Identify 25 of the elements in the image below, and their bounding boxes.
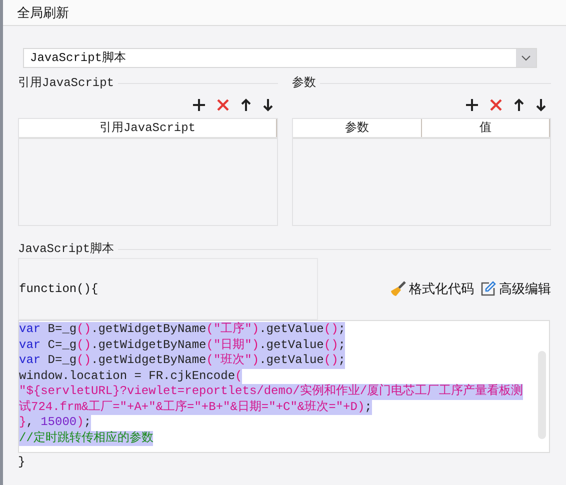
function-header: function(){ [19, 281, 98, 298]
code-line: } [18, 454, 26, 471]
script-type-dropdown[interactable]: JavaScript脚本 [23, 48, 537, 68]
arrow-up-icon[interactable] [513, 98, 525, 112]
window-title: 全局刷新 [17, 4, 69, 22]
scrollbar[interactable] [538, 351, 546, 439]
column-header[interactable]: 引用JavaScript [19, 119, 277, 137]
code-editor[interactable] [18, 320, 550, 453]
arrow-down-icon[interactable] [262, 98, 274, 112]
column-header[interactable]: 参数 [293, 119, 422, 137]
section-label: JavaScript脚本 [18, 241, 114, 258]
arrow-up-icon[interactable] [240, 98, 252, 112]
arrow-down-icon[interactable] [535, 98, 547, 112]
delete-icon[interactable] [489, 98, 503, 112]
edit-icon [480, 281, 496, 297]
section-label: 参数 [292, 75, 316, 92]
plus-icon[interactable] [465, 98, 479, 112]
format-code-button[interactable]: 格式化代码 [390, 279, 474, 299]
advanced-edit-button[interactable]: 高级编辑 [480, 279, 551, 299]
delete-icon[interactable] [216, 98, 230, 112]
column-header[interactable]: 值 [422, 119, 550, 137]
broom-icon [390, 281, 406, 297]
caret-icon [516, 49, 536, 67]
section-label: 引用JavaScript [18, 75, 114, 92]
plus-icon[interactable] [192, 98, 206, 112]
